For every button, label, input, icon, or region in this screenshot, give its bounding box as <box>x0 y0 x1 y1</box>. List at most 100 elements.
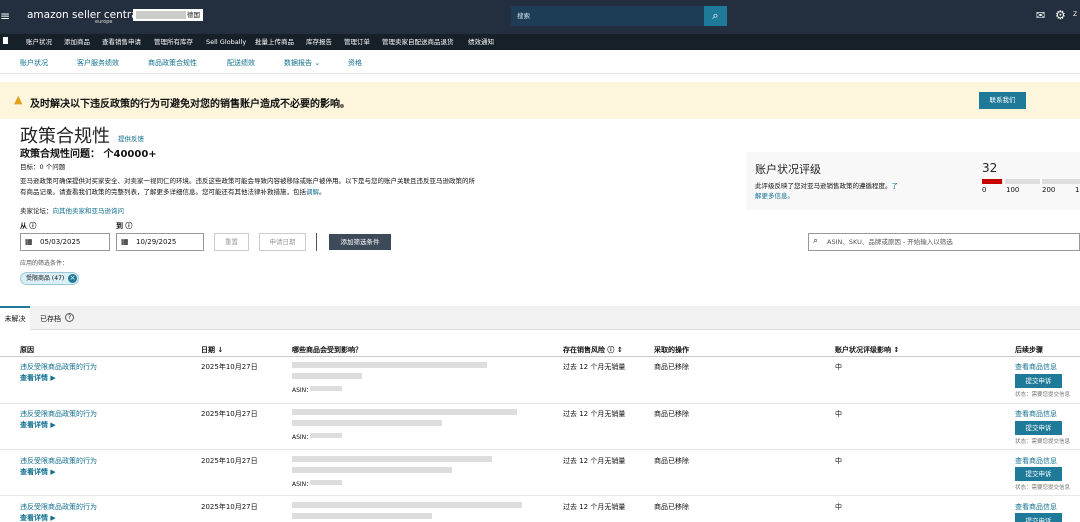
warning-icon: ▲ <box>14 93 23 106</box>
submit-appeal-button[interactable]: 提交申诉 <box>1015 374 1062 388</box>
nav-bulk-upload[interactable]: 批量上传商品 <box>255 37 294 47</box>
from-label: 从 ⓘ <box>20 222 37 230</box>
health-impact: 中 <box>835 457 842 465</box>
health-description: 此评级反映了您对亚马逊销售政策的遵循程度。了 <box>755 180 898 190</box>
row-divider <box>0 495 1080 496</box>
subnav-shipping[interactable]: 配送绩效 <box>227 58 255 68</box>
calendar-icon[interactable]: ▦ <box>25 237 33 247</box>
close-icon[interactable]: × <box>68 274 77 283</box>
view-product-info-link[interactable]: 查看商品信息 <box>1015 409 1057 419</box>
nav-performance-notifications[interactable]: 绩效通知 <box>468 37 494 47</box>
nav-returns[interactable]: 管理卖家自配送商品退货 <box>382 37 454 47</box>
global-search-input[interactable]: 搜索 <box>511 6 704 26</box>
submit-appeal-button[interactable]: 提交申诉 <box>1015 467 1062 481</box>
product-title-redacted <box>292 467 452 473</box>
col-risk[interactable]: 存在销售风险 ⓘ ↕ <box>563 345 623 355</box>
view-product-info-link[interactable]: 查看商品信息 <box>1015 456 1057 466</box>
subnav-policy-compliance[interactable]: 商品政策合规性 <box>148 58 197 68</box>
col-date[interactable]: 日期 ↓ <box>201 345 223 355</box>
brand-sub: europe <box>95 19 113 25</box>
health-impact: 中 <box>835 363 842 371</box>
contact-us-button[interactable]: 联系我们 <box>979 92 1026 109</box>
account-name-redacted <box>136 11 186 19</box>
submit-appeal-button[interactable]: 提交申诉 <box>1015 513 1062 522</box>
subnav-eligibility[interactable]: 资格 <box>348 58 362 68</box>
feedback-link[interactable]: 提供反馈 <box>118 133 144 143</box>
gear-icon[interactable]: ⚙ <box>1055 8 1066 22</box>
nav-manage-orders[interactable]: 管理订单 <box>344 37 370 47</box>
to-date-input[interactable]: 10/29/2025 <box>116 233 204 251</box>
tab-unresolved[interactable]: 未解决 <box>0 306 30 330</box>
search-icon[interactable]: ⌕ <box>704 6 727 26</box>
nav-account-health[interactable]: 账户状况 <box>26 37 52 47</box>
subnav-reports-dropdown[interactable]: 数据报告 ⌄ <box>284 58 320 68</box>
reason-link[interactable]: 违反受限商品政策的行为 <box>20 456 97 466</box>
row-date: 2025年10月27日 <box>201 363 258 371</box>
col-action: 采取的操作 <box>654 346 689 354</box>
search-icon: ⌕ <box>813 236 819 246</box>
action-taken: 商品已移除 <box>654 503 689 511</box>
learn-more-link-2[interactable]: 解更多信息。 <box>755 190 794 200</box>
forum-label: 卖家论坛： <box>20 207 53 215</box>
calendar-icon[interactable]: ▦ <box>121 237 129 247</box>
appeal-status: 状态：需要您提交信息 <box>1015 439 1071 445</box>
learn-more-link[interactable]: 了 <box>892 182 899 190</box>
health-impact: 中 <box>835 503 842 511</box>
policy-description-text: 有商品记录。请查看我们政策的完整列表，了解更多详细信息。您可能还有其他法律补救措… <box>20 188 306 196</box>
product-title-redacted <box>292 502 522 508</box>
view-details-link[interactable]: 查看详情 ▶ <box>20 513 56 522</box>
health-tick: 0 <box>982 186 987 194</box>
appeal-date-button[interactable]: 申请日期 <box>259 233 306 251</box>
nav-inventory-report[interactable]: 库存报告 <box>306 37 332 47</box>
submit-appeal-button[interactable]: 提交申诉 <box>1015 421 1062 435</box>
tab-archived[interactable]: 已存档 <box>40 314 61 324</box>
forum-link[interactable]: 向其他卖家和亚马逊询问 <box>53 207 125 215</box>
health-tick: 1 <box>1075 186 1080 194</box>
bookmark-icon[interactable] <box>3 37 8 44</box>
action-taken: 商品已移除 <box>654 363 689 371</box>
nav-sell-globally[interactable]: Sell Globally <box>206 37 246 47</box>
view-product-info-link[interactable]: 查看商品信息 <box>1015 362 1057 372</box>
nav-add-product[interactable]: 添加商品 <box>64 37 90 47</box>
reason-link[interactable]: 违反受限商品政策的行为 <box>20 502 97 512</box>
col-reason: 原因 <box>20 346 34 354</box>
nav-sales-applications[interactable]: 查看销售申请 <box>102 37 141 47</box>
row-divider <box>0 449 1080 450</box>
mediation-link[interactable]: 调解 <box>306 188 319 196</box>
product-title-redacted <box>292 409 517 415</box>
add-filter-button[interactable]: 添加筛选条件 <box>329 234 391 250</box>
reason-link[interactable]: 违反受限商品政策的行为 <box>20 362 97 372</box>
from-date-input[interactable]: 05/03/2025 <box>20 233 110 251</box>
health-bar-separator <box>1003 179 1005 184</box>
brand-logo[interactable]: amazon seller central <box>27 9 141 21</box>
subnav-customer-service[interactable]: 客户服务绩效 <box>77 58 119 68</box>
reset-button[interactable]: 重置 <box>214 233 249 251</box>
sales-risk: 过去 12 个月无销量 <box>563 410 626 418</box>
menu-icon[interactable]: ≡ <box>0 9 12 23</box>
asin-redacted <box>310 433 342 438</box>
policy-description-line1: 亚马逊政策可确保提供对买家安全、对卖家一视同仁的环境。违反这些政策可能会导致内容… <box>20 177 475 185</box>
reason-link[interactable]: 违反受限商品政策的行为 <box>20 409 97 419</box>
health-tick: 200 <box>1042 186 1056 194</box>
view-details-link[interactable]: 查看详情 ▶ <box>20 467 56 477</box>
user-menu[interactable]: Z <box>1073 11 1077 18</box>
to-label: 到 ⓘ <box>116 222 133 230</box>
search-input[interactable]: ASIN、SKU、品牌或原因 - 开始输入以筛选 <box>808 233 1080 251</box>
product-title-redacted <box>292 456 492 462</box>
view-product-info-link[interactable]: 查看商品信息 <box>1015 502 1057 512</box>
col-affected: 哪些商品会受到影响？ <box>292 346 362 354</box>
view-details-link[interactable]: 查看详情 ▶ <box>20 373 56 383</box>
health-score-fill <box>982 179 1002 184</box>
col-impact[interactable]: 账户状况评级影响 ↕ <box>835 345 899 355</box>
view-details-link[interactable]: 查看详情 ▶ <box>20 420 56 430</box>
action-taken: 商品已移除 <box>654 457 689 465</box>
col-next-steps: 后续步骤 <box>1015 346 1043 354</box>
sales-risk: 过去 12 个月无销量 <box>563 503 626 511</box>
product-title-redacted <box>292 513 432 519</box>
row-divider <box>0 403 1080 404</box>
info-icon[interactable]: ? <box>65 313 74 322</box>
nav-manage-inventory[interactable]: 管理所有库存 <box>154 37 193 47</box>
mail-icon[interactable]: ✉ <box>1036 9 1045 22</box>
forum-line: 卖家论坛：向其他卖家和亚马逊询问 <box>20 205 124 215</box>
subnav-account-health[interactable]: 账户状况 <box>20 58 48 68</box>
